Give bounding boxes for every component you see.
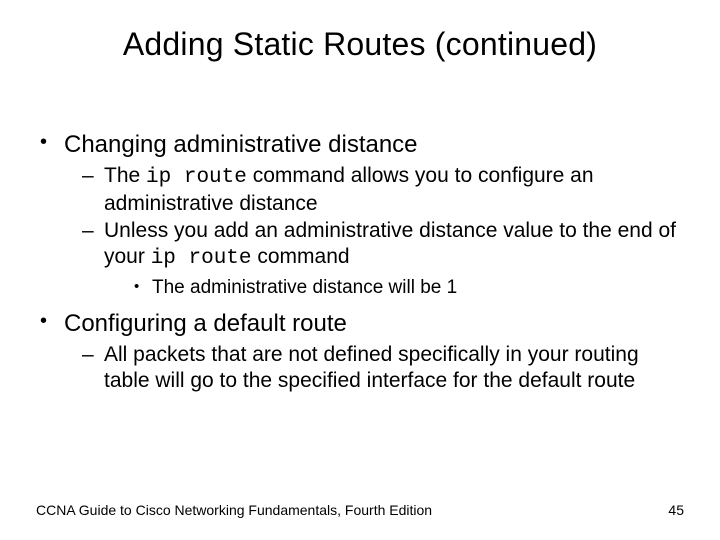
code-text: ip route (146, 166, 247, 189)
footer-text: CCNA Guide to Cisco Networking Fundament… (36, 502, 432, 518)
page-number: 45 (668, 502, 684, 518)
sub-bullet-item: All packets that are not defined specifi… (82, 342, 684, 393)
sub-bullet-list: All packets that are not defined specifi… (64, 342, 684, 393)
bullet-list: Changing administrative distance The ip … (36, 130, 684, 393)
bullet-item: Changing administrative distance The ip … (36, 130, 684, 299)
bullet-text: The administrative distance will be 1 (152, 277, 457, 298)
sub-bullet-item: Unless you add an administrative distanc… (82, 218, 684, 298)
bullet-item: Configuring a default route All packets … (36, 309, 684, 393)
text-fragment: command (252, 245, 350, 268)
sub-bullet-list: The ip route command allows you to confi… (64, 163, 684, 299)
bullet-text: Configuring a default route (64, 310, 347, 337)
slide-title: Adding Static Routes (continued) (0, 26, 720, 63)
sub-bullet-item: The ip route command allows you to confi… (82, 163, 684, 216)
bullet-text: All packets that are not defined specifi… (104, 343, 639, 392)
slide-body: Changing administrative distance The ip … (36, 130, 684, 399)
code-text: ip route (151, 247, 252, 270)
bullet-text: Changing administrative distance (64, 131, 418, 158)
sub-sub-bullet-list: The administrative distance will be 1 (104, 276, 684, 299)
text-fragment: The (104, 164, 146, 187)
sub-sub-bullet-item: The administrative distance will be 1 (132, 276, 684, 299)
slide: Adding Static Routes (continued) Changin… (0, 0, 720, 540)
slide-footer: CCNA Guide to Cisco Networking Fundament… (36, 502, 684, 518)
